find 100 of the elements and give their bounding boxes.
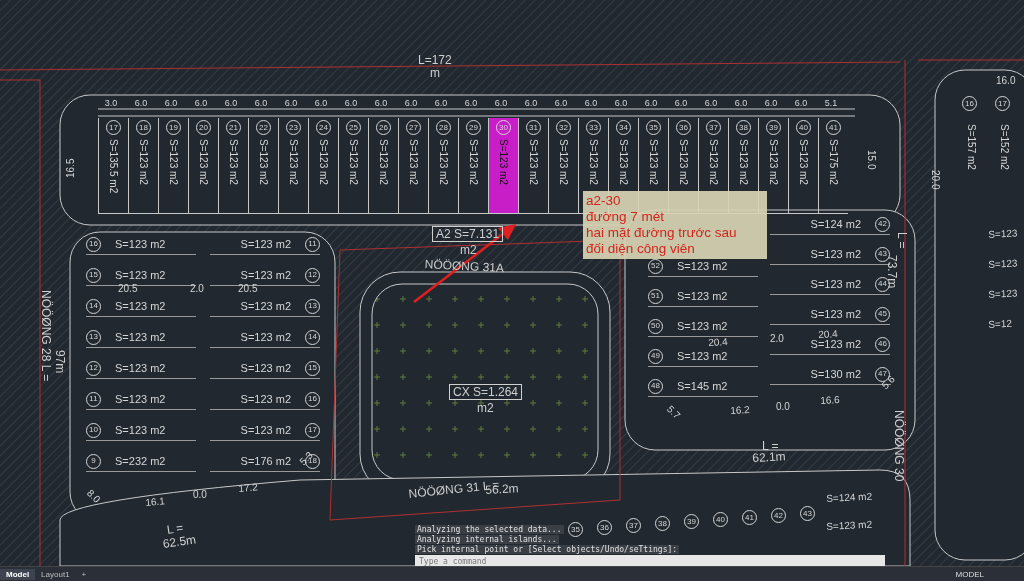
dimension-label: 16.5 xyxy=(66,158,76,178)
lot-area: S=232 m2 xyxy=(115,455,166,467)
street-label: 62.1m xyxy=(752,450,786,464)
dimension-label: 6.0 xyxy=(403,98,419,108)
dimension-label: 6.0 xyxy=(253,98,269,108)
lot-area: S=123 m2 xyxy=(678,139,689,185)
area-unit: m2 xyxy=(460,244,477,256)
dimension-label: 6.0 xyxy=(163,98,179,108)
lot-area: S=123 m2 xyxy=(528,139,539,185)
lot-area: S=124 m2 xyxy=(826,491,873,504)
dimension-label: 6.0 xyxy=(193,98,209,108)
dimension-label: 6.0 xyxy=(283,98,299,108)
dimension-label: 6.0 xyxy=(463,98,479,108)
dimension-label: 6.0 xyxy=(553,98,569,108)
dimension-label: 15.0 xyxy=(866,150,876,170)
lot-area: S=123 m2 xyxy=(348,139,359,185)
dimension-label: 16.0 xyxy=(996,76,1016,86)
dimension-label: 2.0 xyxy=(190,284,204,294)
lot-area: S=123 m2 xyxy=(240,300,291,312)
dimension-label: 6.0 xyxy=(373,98,389,108)
lot-area: S=123 m2 xyxy=(677,320,728,332)
dimension-label: 8.0 xyxy=(84,488,102,505)
lot-area: S=152 m2 xyxy=(999,124,1010,170)
lot-area: S=123 m2 xyxy=(810,278,861,290)
lot-area: S=123 m2 xyxy=(677,290,728,302)
length-label: L=172 xyxy=(418,54,452,66)
lot-area: S=123 m2 xyxy=(768,139,779,185)
lot-area: S=123 m2 xyxy=(648,139,659,185)
lot-area: S=123 m2 xyxy=(738,139,749,185)
street-label: L = xyxy=(166,521,185,536)
street-label: NÖÖØNG 31A xyxy=(424,258,505,275)
lot-area: S=135.5 m2 xyxy=(108,139,119,194)
dimension-label: 2.0 xyxy=(770,334,784,344)
layout-tab[interactable]: + xyxy=(75,569,93,580)
lot-area: S=130 m2 xyxy=(810,368,861,380)
lot-area: S=123 m2 xyxy=(240,424,291,436)
lot-area: S=123 m2 xyxy=(558,139,569,185)
dimension-label: 20.4 xyxy=(818,329,838,340)
lot-area: S=123 m2 xyxy=(408,139,419,185)
lot-area: S=124 m2 xyxy=(810,218,861,230)
model-space-indicator[interactable]: MODEL xyxy=(955,570,1024,579)
lot-area: S=123 m2 xyxy=(618,139,629,185)
lot-area: S=123 m2 xyxy=(810,248,861,260)
street-label: NÖÖØNG 30 xyxy=(893,410,905,482)
lot-area: S=123 m2 xyxy=(677,260,728,272)
lot-area: S=123 m2 xyxy=(240,238,291,250)
area-unit: m2 xyxy=(477,402,494,414)
lot-area: S=175 m2 xyxy=(828,139,839,185)
lot-area: S=123 m2 xyxy=(438,139,449,185)
dimension-label: 6.0 xyxy=(133,98,149,108)
dimension-label: 20.5 xyxy=(118,284,138,294)
lot-area: S=123 m2 xyxy=(115,300,166,312)
street-label: NÖÖØNG 28 L = xyxy=(40,290,52,382)
lot-area: S=123 m2 xyxy=(240,269,291,281)
dimension-label: 20.4 xyxy=(708,337,728,348)
annotation-note: a2-30 đường 7 mét hai mặt đường trước sau đối diện công viên xyxy=(583,191,767,259)
command-input[interactable]: Type a command xyxy=(415,555,885,566)
dimension-label: 20.5 xyxy=(238,284,258,294)
dimension-label: 6.0 xyxy=(613,98,629,108)
lot-area: S=123 xyxy=(988,258,1018,270)
lot-area: S=145 m2 xyxy=(677,380,728,392)
lot-area: S=123 m2 xyxy=(168,139,179,185)
lot-area: S=123 m2 xyxy=(240,362,291,374)
layout-tab[interactable]: Model xyxy=(0,569,36,580)
dimension-label: 6.0 xyxy=(493,98,509,108)
lot-area: S=123 xyxy=(988,228,1018,240)
lot-area: S=176 m2 xyxy=(240,455,291,467)
dimension-label: 6.0 xyxy=(583,98,599,108)
lot-area: S=123 m2 xyxy=(468,139,479,185)
dimension-label: 6.0 xyxy=(223,98,239,108)
lot-area: S=123 m2 xyxy=(198,139,209,185)
dimension-label: 6.0 xyxy=(703,98,719,108)
dimension-label: 0.0 xyxy=(193,490,207,500)
lot-area: S=123 m2 xyxy=(498,139,509,185)
length-unit: m xyxy=(430,67,440,79)
lot-area: S=12 xyxy=(988,318,1013,330)
lot-area: S=123 m2 xyxy=(810,338,861,350)
lot-area: S=123 m2 xyxy=(810,308,861,320)
dimension-label: 6.0 xyxy=(343,98,359,108)
dimension-label: 16.2 xyxy=(730,405,750,416)
dimension-label: 16.6 xyxy=(820,395,840,406)
lot-area: S=123 m2 xyxy=(378,139,389,185)
dimension-label: 0.0 xyxy=(776,402,790,412)
lot-area: S=123 m2 xyxy=(318,139,329,185)
dimension-label: 17.2 xyxy=(238,482,259,494)
dimension-label: 6.0 xyxy=(793,98,809,108)
lot-area: S=123 m2 xyxy=(677,350,728,362)
dimension-label: 5.1 xyxy=(823,98,839,108)
dimension-label: 16.1 xyxy=(145,496,166,508)
dimension-label: 3.0 xyxy=(103,98,119,108)
dimension-label: 6.0 xyxy=(433,98,449,108)
lot-area: S=123 m2 xyxy=(258,139,269,185)
lot-area: S=123 m2 xyxy=(228,139,239,185)
dimension-label: 6.0 xyxy=(313,98,329,108)
lot-area: S=123 m2 xyxy=(115,424,166,436)
dimension-label: 20.0 xyxy=(930,170,940,190)
layout-tab[interactable]: Layout1 xyxy=(35,569,76,580)
lot-area: S=123 m2 xyxy=(288,139,299,185)
lot-area: S=123 m2 xyxy=(240,393,291,405)
dimension-label: 6.0 xyxy=(523,98,539,108)
